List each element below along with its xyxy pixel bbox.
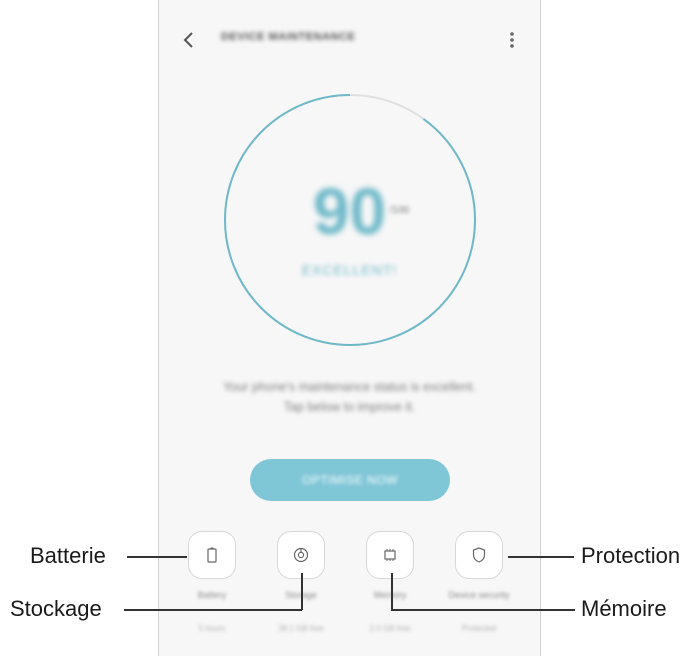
battery-tile[interactable] xyxy=(188,531,236,579)
callout-security: Protection xyxy=(581,543,681,568)
callout-memory: Mémoire xyxy=(581,596,667,621)
app-bar: DEVICE MAINTENANCE xyxy=(159,18,540,62)
status-message-line2: Tap below to improve it. xyxy=(283,400,416,414)
callout-storage-line xyxy=(124,609,302,611)
memory-tile[interactable] xyxy=(366,531,414,579)
storage-icon xyxy=(293,547,309,563)
callout-battery: Batterie xyxy=(30,543,106,568)
page-title: DEVICE MAINTENANCE xyxy=(221,31,356,43)
callout-memory-vline xyxy=(391,573,393,610)
callout-battery-line xyxy=(127,556,187,558)
callout-security-line xyxy=(508,556,574,558)
phone-screen: DEVICE MAINTENANCE 90 /100 EXCELLENT! Yo… xyxy=(158,0,541,656)
status-message-line1: Your phone's maintenance status is excel… xyxy=(223,380,476,394)
storage-tile[interactable] xyxy=(277,531,325,579)
memory-value: 2.0 GB free xyxy=(369,624,411,633)
score-status: EXCELLENT! xyxy=(301,262,398,278)
optimize-now-button[interactable]: OPTIMISE NOW xyxy=(250,459,450,501)
score-max: /100 xyxy=(389,205,410,216)
memory-icon xyxy=(384,549,396,561)
storage-value: 28.1 GB free xyxy=(278,624,324,633)
battery-icon xyxy=(207,547,217,563)
status-message: Your phone's maintenance status is excel… xyxy=(179,377,520,417)
memory-label: Memory xyxy=(373,590,407,600)
battery-value: 5 hours xyxy=(198,624,226,633)
security-value: Protected xyxy=(461,624,497,633)
optimize-now-label: OPTIMISE NOW xyxy=(302,473,398,487)
battery-label: Battery xyxy=(197,590,227,600)
back-arrow-icon[interactable] xyxy=(177,28,201,52)
callout-storage-vline xyxy=(301,573,303,610)
security-tile[interactable] xyxy=(455,531,503,579)
shield-icon xyxy=(472,547,486,563)
callout-storage: Stockage xyxy=(10,596,102,621)
more-options-icon[interactable] xyxy=(506,28,518,52)
callout-memory-line xyxy=(391,609,575,611)
security-label: Device security xyxy=(448,590,510,600)
